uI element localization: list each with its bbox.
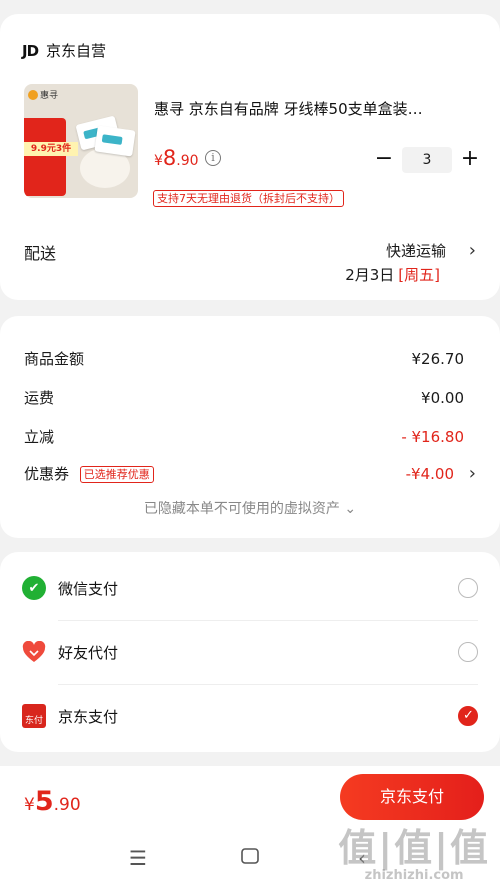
radio-button[interactable] <box>458 578 478 598</box>
delivery-method[interactable]: 快递运输 <box>386 240 446 261</box>
product-title[interactable]: 惠寻 京东自有品牌 牙线棒50支单盒装… <box>154 98 472 119</box>
chevron-right-icon[interactable]: › <box>469 240 476 261</box>
info-icon[interactable]: i <box>205 150 221 166</box>
delivery-date[interactable]: 2月3日 [周五] <box>345 264 440 285</box>
pay-button[interactable]: 京东支付 <box>340 774 484 820</box>
radio-button-checked[interactable] <box>458 706 478 726</box>
discount-row: 立减 - ¥16.80 <box>24 426 464 447</box>
shop-name: 京东自营 <box>46 42 107 60</box>
jd-logo: JD <box>22 41 39 60</box>
chevron-right-icon[interactable]: › <box>469 463 476 484</box>
goods-amount-row: 商品金额 ¥26.70 <box>24 348 464 369</box>
total-price: ¥ 5 .90 <box>24 786 81 817</box>
increase-button[interactable]: + <box>458 146 482 174</box>
coupon-row[interactable]: 优惠券 已选推荐优惠 -¥4.00 <box>24 463 454 484</box>
return-policy-badge: 支持7天无理由退货（拆封后不支持） <box>153 190 344 207</box>
goods-amount-label: 商品金额 <box>24 350 85 368</box>
product-image-promo-panel <box>24 118 66 196</box>
payment-card: ✔ 微信支付 好友代付 东付 京东支付 <box>0 552 500 752</box>
shipping-label: 运费 <box>24 389 55 407</box>
menu-icon[interactable]: ☰ <box>126 846 150 870</box>
radio-button[interactable] <box>458 642 478 662</box>
product-image-brand: 惠寻 <box>28 88 58 101</box>
hidden-assets-toggle[interactable]: 已隐藏本单不可使用的虚拟资产 ⌄ <box>0 498 500 518</box>
product-card: JD 京东自营 惠寻 9.9元3件 惠寻 京东自有品牌 牙线棒50支单盒装… ¥… <box>0 14 500 300</box>
payment-option-label: 京东支付 <box>58 707 119 726</box>
delivery-label: 配送 <box>24 244 57 263</box>
jdpay-icon: 东付 <box>22 704 46 728</box>
coupon-label: 优惠券 <box>24 465 70 483</box>
wechat-icon: ✔ <box>22 576 46 600</box>
shipping-row: 运费 ¥0.00 <box>24 387 464 408</box>
delivery-weekday: [周五] <box>398 266 440 284</box>
coupon-value: -¥4.00 <box>405 464 454 483</box>
shipping-value: ¥0.00 <box>421 388 464 407</box>
payment-option-label: 好友代付 <box>58 643 119 662</box>
product-image[interactable]: 惠寻 9.9元3件 <box>24 84 138 198</box>
discount-label: 立减 <box>24 428 55 446</box>
shop-header[interactable]: JD 京东自营 <box>22 40 106 61</box>
heart-icon <box>22 640 46 664</box>
payment-option-friend[interactable]: 好友代付 <box>22 620 478 684</box>
goods-amount-value: ¥26.70 <box>411 349 465 368</box>
decrease-button[interactable]: − <box>372 146 396 174</box>
checkout-bar: ¥ 5 .90 京东支付 ☰ ‹ 值|值|值 zhizhizhi.com <box>0 766 500 889</box>
discount-value: - ¥16.80 <box>401 427 464 446</box>
amounts-card: 商品金额 ¥26.70 运费 ¥0.00 立减 - ¥16.80 优惠券 已选推… <box>0 316 500 538</box>
payment-option-jdpay[interactable]: 东付 京东支付 <box>22 684 478 748</box>
payment-option-wechat[interactable]: ✔ 微信支付 <box>22 556 478 620</box>
quantity-input[interactable]: 3 <box>402 147 452 173</box>
watermark: 值|值|值 zhizhizhi.com <box>338 826 490 883</box>
quantity-stepper: − 3 + <box>372 146 482 174</box>
home-icon[interactable] <box>238 846 262 870</box>
product-image-promo-label: 9.9元3件 <box>24 142 78 156</box>
coupon-tag: 已选推荐优惠 <box>79 466 154 483</box>
payment-option-label: 微信支付 <box>58 579 119 598</box>
product-price: ¥ 8 .90 <box>154 146 199 170</box>
